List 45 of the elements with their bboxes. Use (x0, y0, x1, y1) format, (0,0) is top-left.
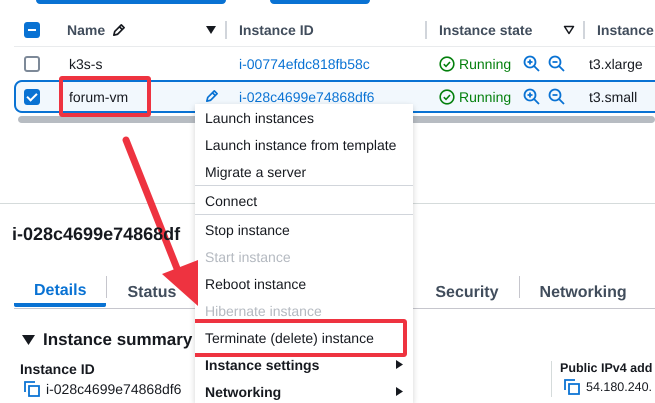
instance-id-link[interactable]: i-00774efdc818fb58c (239, 56, 370, 72)
menu-item[interactable]: Stop instance (205, 222, 290, 238)
field-value: 54.180.240. (586, 380, 652, 394)
pencil-icon[interactable] (111, 22, 126, 38)
tab[interactable]: Networking (520, 270, 647, 307)
tab[interactable]: Security (415, 270, 519, 307)
section-title: Instance summary (43, 330, 192, 350)
checkbox[interactable] (24, 56, 40, 72)
zoom-in-icon[interactable] (523, 88, 540, 105)
field-label: Instance ID (20, 361, 96, 377)
menu-item[interactable]: Reboot instance (205, 276, 306, 292)
column-header[interactable]: Instance state (439, 22, 532, 38)
menu-item[interactable]: Migrate a server (205, 164, 306, 180)
instance-name: forum-vm (69, 88, 128, 104)
checkbox[interactable] (24, 22, 40, 38)
field-label: Public IPv4 add (560, 361, 654, 375)
check-circle-icon (439, 88, 455, 104)
caret-down-icon[interactable] (205, 25, 217, 35)
column-header[interactable]: Instance ID (239, 22, 314, 38)
instance-id-link[interactable]: i-028c4699e74868df6 (239, 88, 374, 104)
caret-right-icon (396, 360, 403, 369)
tab[interactable]: Details (14, 270, 106, 307)
zoom-in-icon[interactable] (523, 55, 540, 72)
copy-icon[interactable] (564, 379, 580, 395)
column-header[interactable]: Name (67, 22, 106, 38)
column-header[interactable]: Instance (597, 22, 654, 38)
field-value: i-028c4699e74868df6 (46, 381, 182, 397)
copy-icon[interactable] (24, 381, 40, 397)
caret-down-icon[interactable] (563, 25, 575, 35)
menu-item[interactable]: Connect (205, 192, 258, 208)
caret-down-icon[interactable] (22, 335, 35, 345)
instance-type: t3.xlarge (589, 56, 643, 72)
zoom-out-icon[interactable] (548, 55, 566, 72)
menu-item[interactable]: Launch instance from template (205, 136, 396, 152)
zoom-out-icon[interactable] (548, 88, 566, 105)
menu-item[interactable]: Instance settings (205, 356, 320, 372)
instance-name: k3s-s (69, 56, 102, 72)
caret-right-icon (396, 387, 403, 396)
menu-item[interactable]: Terminate (delete) instance (205, 330, 374, 346)
menu-item[interactable]: Networking (205, 384, 282, 400)
check-circle-icon (439, 56, 455, 72)
instance-type: t3.small (589, 88, 638, 104)
status-text: Running (459, 88, 512, 104)
status-text: Running (459, 56, 512, 72)
checkbox[interactable] (24, 88, 40, 104)
